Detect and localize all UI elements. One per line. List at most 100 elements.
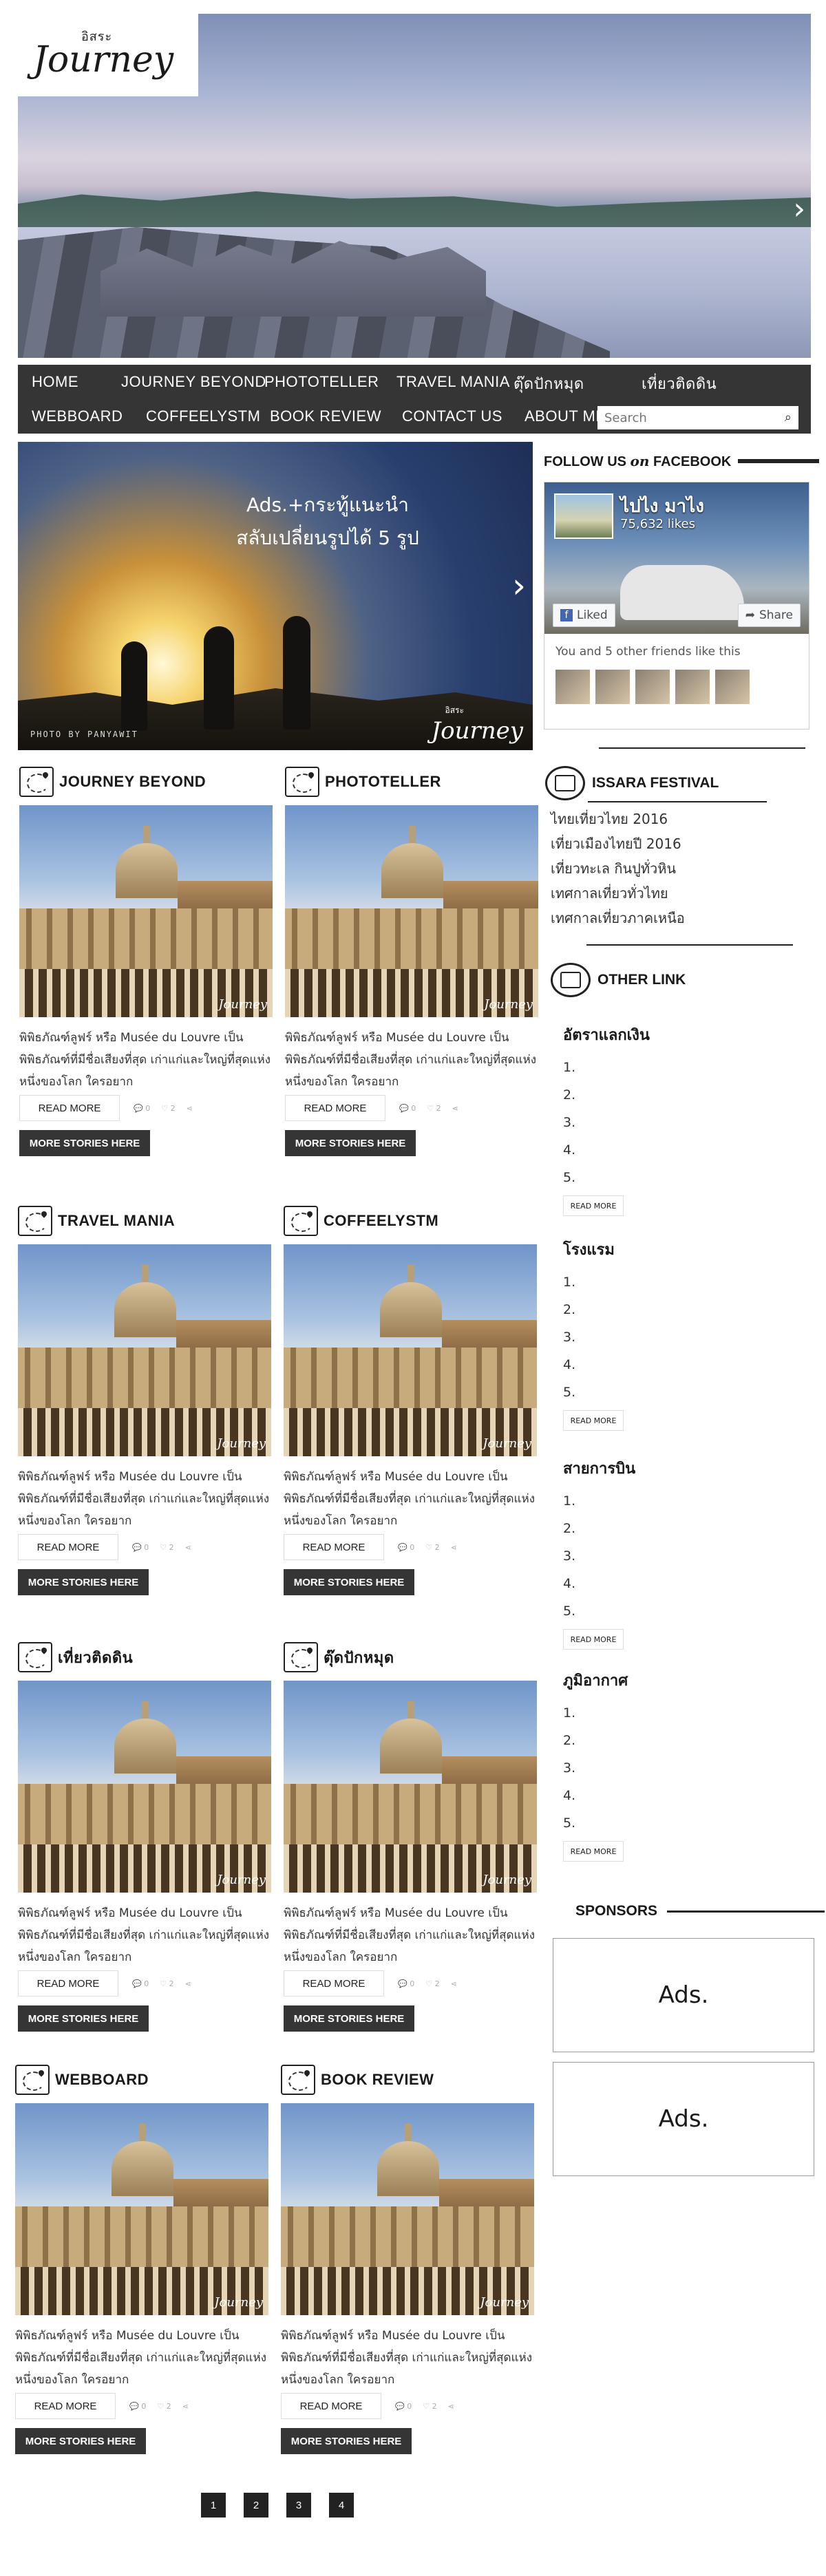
comment-icon[interactable]: 💬 0: [132, 1543, 149, 1552]
search-input[interactable]: [597, 406, 770, 429]
comment-icon[interactable]: 💬 0: [398, 1979, 414, 1988]
friend-avatar[interactable]: [595, 670, 630, 704]
read-more-button[interactable]: READ MORE: [281, 2393, 381, 2419]
heart-icon[interactable]: ♡ 2: [157, 2402, 171, 2411]
card-thumbnail[interactable]: Journey: [18, 1681, 271, 1893]
page-button-4[interactable]: 4: [329, 2493, 354, 2518]
festival-link[interactable]: เที่ยวเมืองไทยปี 2016: [551, 831, 798, 856]
nav-home[interactable]: HOME: [32, 373, 78, 391]
link-group-read-more[interactable]: READ MORE: [563, 1629, 624, 1650]
more-stories-button[interactable]: MORE STORIES HERE: [18, 1569, 149, 1595]
heart-icon[interactable]: ♡ 2: [160, 1543, 173, 1552]
heart-icon[interactable]: ♡ 2: [161, 1104, 175, 1113]
nav-webboard[interactable]: WEBBOARD: [32, 407, 123, 425]
share-icon[interactable]: ⋖: [187, 1104, 193, 1113]
link-item[interactable]: 1.: [563, 1054, 797, 1081]
more-stories-button[interactable]: MORE STORIES HERE: [18, 2005, 149, 2032]
card-thumbnail[interactable]: Journey: [18, 1244, 271, 1456]
card-title[interactable]: COFFEELYSTM: [324, 1212, 438, 1230]
comment-icon[interactable]: 💬 0: [398, 1543, 414, 1552]
facebook-page-name[interactable]: ไปไง มาไง: [620, 492, 704, 520]
facebook-page-widget[interactable]: ไปไง มาไง 75,632 likes f Liked ➦ Share Y…: [544, 482, 809, 730]
nav-about-me[interactable]: ABOUT ME: [525, 407, 606, 425]
link-item[interactable]: 5.: [563, 1164, 797, 1191]
more-stories-button[interactable]: MORE STORIES HERE: [285, 1130, 416, 1156]
festival-link[interactable]: เทศกาลเที่ยวทั่วไทย: [551, 881, 798, 906]
comment-icon[interactable]: 💬 0: [134, 1104, 150, 1113]
more-stories-button[interactable]: MORE STORIES HERE: [15, 2428, 146, 2454]
nav-phototeller[interactable]: PHOTOTELLER: [264, 373, 379, 391]
link-item[interactable]: 2.: [563, 1296, 797, 1323]
friend-avatar[interactable]: [555, 670, 590, 704]
link-item[interactable]: 5.: [563, 1379, 797, 1406]
link-item[interactable]: 4.: [563, 1570, 797, 1597]
more-stories-button[interactable]: MORE STORIES HERE: [19, 1130, 150, 1156]
heart-icon[interactable]: ♡ 2: [427, 1104, 441, 1113]
card-title[interactable]: PHOTOTELLER: [325, 773, 441, 791]
read-more-button[interactable]: READ MORE: [15, 2393, 116, 2419]
card-title[interactable]: ตุ๊ดปักหมุด: [324, 1646, 394, 1670]
nav-contact-us[interactable]: CONTACT US: [402, 407, 502, 425]
nav-tood-pak-mud[interactable]: ตุ๊ดปักหมุด: [513, 372, 584, 396]
read-more-button[interactable]: READ MORE: [19, 1095, 120, 1121]
card-thumbnail[interactable]: Journey: [15, 2103, 268, 2315]
card-thumbnail[interactable]: Journey: [284, 1681, 537, 1893]
link-group-read-more[interactable]: READ MORE: [563, 1841, 624, 1862]
nav-journey-beyond[interactable]: JOURNEY BEYOND: [121, 373, 266, 391]
card-title[interactable]: BOOK REVIEW: [321, 2071, 434, 2089]
read-more-button[interactable]: READ MORE: [284, 1534, 384, 1560]
link-group-read-more[interactable]: READ MORE: [563, 1195, 624, 1216]
link-item[interactable]: 3.: [563, 1109, 797, 1136]
link-item[interactable]: 3.: [563, 1542, 797, 1570]
more-stories-button[interactable]: MORE STORIES HERE: [284, 2005, 414, 2032]
page-button-1[interactable]: 1: [201, 2493, 226, 2518]
read-more-button[interactable]: READ MORE: [284, 1970, 384, 1997]
friend-avatar[interactable]: [635, 670, 670, 704]
nav-book-review[interactable]: BOOK REVIEW: [270, 407, 381, 425]
banner-next-arrow-icon[interactable]: ›: [512, 566, 526, 606]
facebook-liked-button[interactable]: f Liked: [553, 604, 615, 627]
page-button-2[interactable]: 2: [244, 2493, 268, 2518]
share-icon[interactable]: ⋖: [185, 1979, 191, 1988]
festival-link[interactable]: ไทยเที่ยวไทย 2016: [551, 807, 798, 831]
read-more-button[interactable]: READ MORE: [285, 1095, 385, 1121]
search-icon[interactable]: ⌕: [785, 410, 792, 425]
heart-icon[interactable]: ♡ 2: [425, 1979, 439, 1988]
facebook-share-button[interactable]: ➦ Share: [737, 604, 801, 627]
comment-icon[interactable]: 💬 0: [129, 2402, 146, 2411]
link-item[interactable]: 1.: [563, 1487, 797, 1515]
ads-banner-slider[interactable]: Ads.+กระทู้แนะนำ สลับเปลี่ยนรูปได้ 5 รูป…: [18, 442, 533, 750]
nav-tiew-tid-din[interactable]: เที่ยวติดดิน: [642, 372, 717, 396]
link-item[interactable]: 3.: [563, 1754, 797, 1782]
hero-next-arrow-icon[interactable]: ›: [793, 194, 805, 224]
card-title[interactable]: JOURNEY BEYOND: [59, 773, 206, 791]
share-icon[interactable]: ⋖: [452, 1104, 458, 1113]
share-icon[interactable]: ⋖: [451, 1543, 457, 1552]
comment-icon[interactable]: 💬 0: [399, 1104, 416, 1113]
link-item[interactable]: 5.: [563, 1597, 797, 1625]
more-stories-button[interactable]: MORE STORIES HERE: [284, 1569, 414, 1595]
link-item[interactable]: 4.: [563, 1782, 797, 1809]
share-icon[interactable]: ⋖: [448, 2402, 454, 2411]
share-icon[interactable]: ⋖: [185, 1543, 191, 1552]
card-thumbnail[interactable]: Journey: [19, 805, 273, 1017]
festival-link[interactable]: เทศกาลเที่ยวภาคเหนือ: [551, 906, 798, 930]
link-item[interactable]: 4.: [563, 1351, 797, 1379]
heart-icon[interactable]: ♡ 2: [425, 1543, 439, 1552]
card-thumbnail[interactable]: Journey: [284, 1244, 537, 1456]
link-item[interactable]: 5.: [563, 1809, 797, 1837]
comment-icon[interactable]: 💬 0: [395, 2402, 412, 2411]
nav-coffeelystm[interactable]: COFFEELYSTM: [146, 407, 260, 425]
link-group-read-more[interactable]: READ MORE: [563, 1410, 624, 1431]
card-title[interactable]: WEBBOARD: [55, 2071, 149, 2089]
card-title[interactable]: เที่ยวติดดิน: [58, 1646, 133, 1670]
share-icon[interactable]: ⋖: [451, 1979, 457, 1988]
friend-avatar[interactable]: [715, 670, 750, 704]
sponsor-ad-slot[interactable]: Ads.: [553, 1938, 814, 2052]
nav-travel-mania[interactable]: TRAVEL MANIA: [396, 373, 510, 391]
friend-avatar[interactable]: [675, 670, 710, 704]
comment-icon[interactable]: 💬 0: [132, 1979, 149, 1988]
link-item[interactable]: 2.: [563, 1515, 797, 1542]
link-item[interactable]: 1.: [563, 1699, 797, 1727]
festival-link[interactable]: เที่ยวทะเล กินปูทั่วหิน: [551, 856, 798, 881]
